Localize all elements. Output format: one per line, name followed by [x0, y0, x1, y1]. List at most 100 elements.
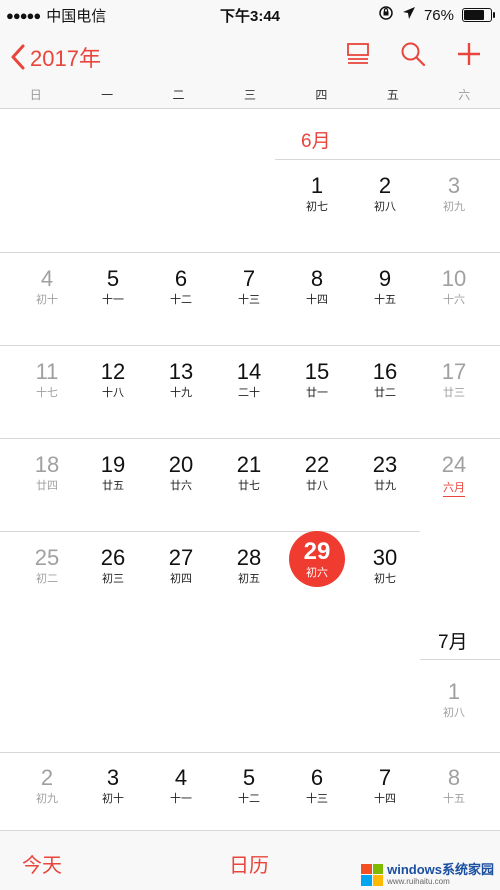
day-cell[interactable]: 17 廿三 — [420, 359, 488, 400]
day-cell[interactable]: 30 初七 — [351, 545, 419, 586]
weekday-fri: 五 — [386, 88, 399, 102]
watermark-url: www.ruihaitu.com — [387, 877, 450, 886]
day-number: 5 — [106, 266, 120, 291]
day-number: 1 — [310, 173, 324, 198]
day-cell[interactable]: 8 十五 — [420, 765, 488, 806]
day-cell[interactable]: 6 十三 — [283, 765, 351, 806]
week-separator — [420, 659, 500, 660]
day-cell[interactable]: 27 初四 — [147, 545, 215, 586]
lunar-date: 十二 — [170, 294, 192, 306]
day-cell[interactable]: 20 廿六 — [147, 452, 215, 493]
lunar-date: 初十 — [36, 294, 58, 306]
lunar-date: 廿六 — [170, 480, 192, 492]
day-cell[interactable]: 11 十七 — [13, 359, 81, 400]
lunar-date: 十二 — [238, 793, 260, 805]
lunar-date: 廿二 — [374, 387, 396, 399]
calendars-tab[interactable]: 日历 — [229, 849, 269, 878]
day-cell[interactable]: 5 十二 — [215, 765, 283, 806]
day-cell[interactable]: 14 二十 — [215, 359, 283, 400]
weekday-sun: 日 — [29, 88, 42, 102]
day-cell[interactable]: 2 初八 — [351, 173, 419, 214]
day-number: 3 — [106, 765, 120, 790]
day-number: 2 — [40, 765, 54, 790]
day-cell[interactable]: 19 廿五 — [79, 452, 147, 493]
day-cell[interactable]: 23 廿九 — [351, 452, 419, 493]
day-cell[interactable]: 26 初三 — [79, 545, 147, 586]
week-separator — [275, 159, 500, 160]
day-cell[interactable]: 2 初九 — [13, 765, 81, 806]
day-number: 6 — [174, 266, 188, 291]
day-cell[interactable]: 12 十八 — [79, 359, 147, 400]
lunar-date: 初二 — [36, 573, 58, 585]
day-number: 29 — [303, 537, 331, 565]
list-view-icon[interactable] — [346, 41, 370, 72]
day-cell[interactable]: 5 十一 — [79, 266, 147, 307]
day-cell[interactable]: 3 初十 — [79, 765, 147, 806]
month-label-june: 6月 — [301, 131, 331, 152]
month-calendar-grid: 6月 7月 1 初七 2 初八 3 初九 4 初十 5 十一 6 十二 7 十三 8 十四 9 十五 10 十六 11 十… — [0, 109, 500, 830]
day-number: 8 — [310, 266, 324, 291]
lunar-date: 十一 — [170, 793, 192, 805]
day-cell[interactable]: 9 十五 — [351, 266, 419, 307]
day-number: 11 — [35, 359, 59, 384]
day-cell[interactable]: 21 廿七 — [215, 452, 283, 493]
week-separator — [0, 531, 420, 532]
day-cell[interactable]: 4 初十 — [13, 266, 81, 307]
day-cell[interactable]: 4 十一 — [147, 765, 215, 806]
weekday-sat: 六 — [458, 88, 471, 102]
weekday-thu: 四 — [315, 88, 328, 102]
lunar-date: 初四 — [170, 573, 192, 585]
day-number: 27 — [168, 545, 194, 570]
weekday-tue: 二 — [172, 88, 185, 102]
day-cell[interactable]: 15 廿一 — [283, 359, 351, 400]
day-number: 10 — [441, 266, 467, 291]
lunar-date: 初八 — [374, 201, 396, 213]
day-cell[interactable]: 7 十三 — [215, 266, 283, 307]
day-number: 15 — [304, 359, 330, 384]
day-cell[interactable]: 1 初八 — [420, 679, 488, 720]
today-tab[interactable]: 今天 — [22, 849, 62, 878]
lunar-date: 十一 — [102, 294, 124, 306]
lunar-date: 廿八 — [306, 480, 328, 492]
day-cell[interactable]: 13 十九 — [147, 359, 215, 400]
day-cell[interactable]: 6 十二 — [147, 266, 215, 307]
week-separator — [0, 252, 500, 253]
lunar-date: 十三 — [238, 294, 260, 306]
day-cell[interactable]: 24 六月 — [420, 452, 488, 497]
day-cell[interactable]: 18 廿四 — [13, 452, 81, 493]
day-cell[interactable]: 1 初七 — [283, 173, 351, 214]
lunar-date: 初七 — [306, 201, 328, 213]
day-number: 8 — [447, 765, 461, 790]
day-number: 3 — [447, 173, 461, 198]
day-cell[interactable]: 8 十四 — [283, 266, 351, 307]
day-cell[interactable]: 7 十四 — [351, 765, 419, 806]
day-number: 7 — [378, 765, 392, 790]
day-cell[interactable]: 25 初二 — [13, 545, 81, 586]
day-cell[interactable]: 16 廿二 — [351, 359, 419, 400]
day-cell[interactable]: 22 廿八 — [283, 452, 351, 493]
lunar-date: 二十 — [238, 387, 260, 399]
lunar-date: 廿五 — [102, 480, 124, 492]
status-bar: ●●●●● 中国电信 下午3:44 76% — [0, 0, 500, 28]
day-number: 24 — [441, 452, 467, 477]
add-icon[interactable] — [456, 41, 482, 72]
day-number: 18 — [34, 452, 60, 477]
search-icon[interactable] — [400, 41, 426, 72]
day-number: 5 — [242, 765, 256, 790]
lunar-date: 十六 — [443, 294, 465, 306]
tab-bar: 今天 日历 windows系统家园 www.ruihaitu.com — [0, 830, 500, 890]
day-cell[interactable]: 29 初六 — [283, 531, 351, 587]
day-number: 13 — [168, 359, 194, 384]
day-cell[interactable]: 3 初九 — [420, 173, 488, 214]
day-cell[interactable]: 28 初五 — [215, 545, 283, 586]
rotation-lock-icon — [378, 5, 394, 25]
lunar-date: 廿四 — [36, 480, 58, 492]
day-cell[interactable]: 10 十六 — [420, 266, 488, 307]
weekday-wed: 三 — [243, 88, 256, 102]
day-number: 9 — [378, 266, 392, 291]
lunar-date: 初五 — [238, 573, 260, 585]
back-to-year-button[interactable]: 2017年 — [10, 41, 101, 73]
day-number: 17 — [441, 359, 467, 384]
lunar-date: 十四 — [374, 793, 396, 805]
lunar-date: 十八 — [102, 387, 124, 399]
